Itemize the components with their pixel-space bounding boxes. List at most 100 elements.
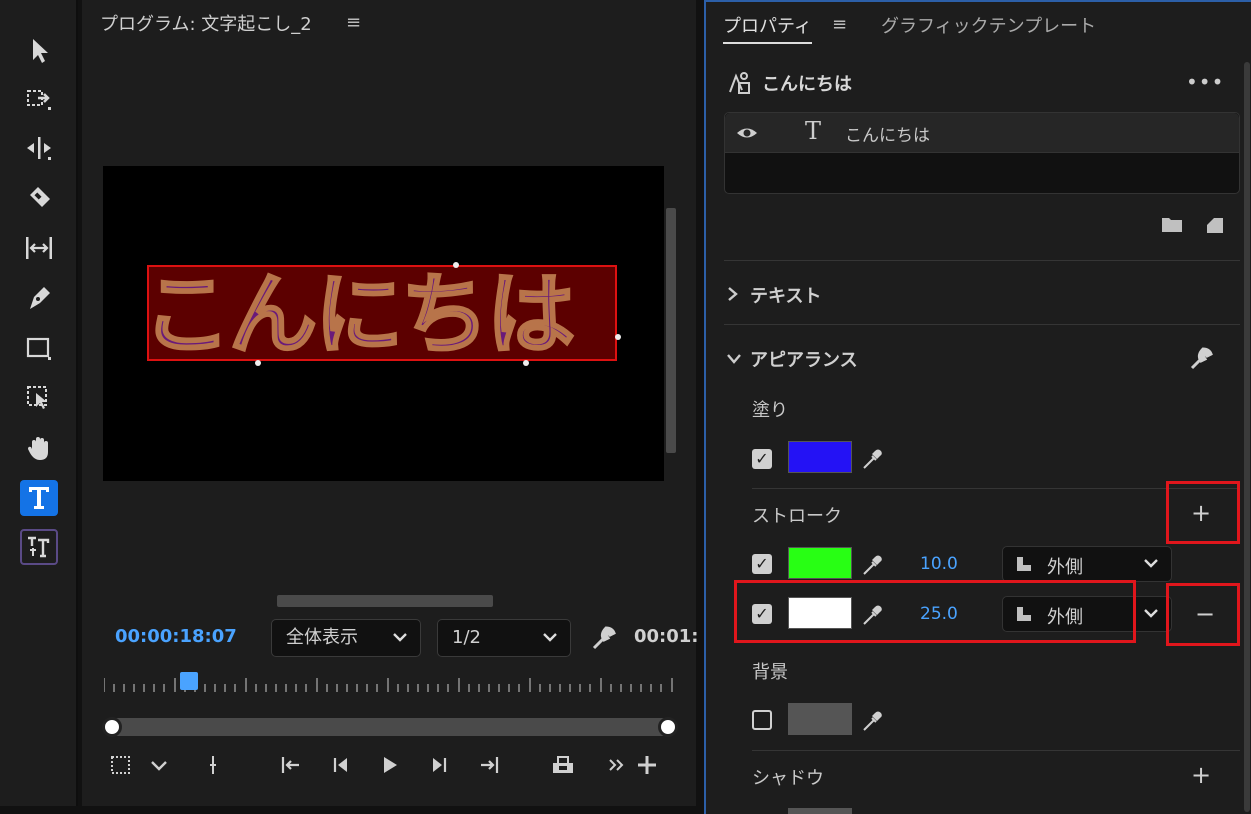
eyedropper-icon[interactable]: [860, 603, 884, 627]
stroke-position-icon: [1017, 557, 1031, 571]
eyedropper-icon[interactable]: [860, 447, 884, 471]
add-marker-icon[interactable]: [198, 750, 228, 780]
horizontal-scrollbar[interactable]: [277, 595, 493, 607]
monitor-menu-icon[interactable]: ≡: [346, 12, 361, 33]
section-text-header[interactable]: テキスト: [726, 282, 821, 308]
stroke-label: ストローク: [752, 506, 842, 527]
tab-graphic-template[interactable]: グラフィックテンプレート: [881, 12, 1096, 38]
step-back-icon[interactable]: [326, 750, 356, 780]
stroke-position-icon: [1017, 607, 1031, 621]
stroke-2-color-swatch[interactable]: [788, 597, 852, 629]
settings-wrench-icon[interactable]: [590, 624, 618, 652]
fill-checkbox[interactable]: ✓: [752, 449, 772, 469]
list-item[interactable]: T こんにちは: [725, 113, 1239, 153]
razor-tool-icon[interactable]: [20, 180, 58, 216]
transform-handle[interactable]: [615, 334, 621, 340]
duration-timecode: 00:01:: [634, 626, 699, 647]
divider: [752, 750, 1240, 751]
go-to-in-icon[interactable]: [276, 750, 306, 780]
fill-label: 塗り: [752, 400, 788, 421]
section-appearance-header[interactable]: アピアランス: [726, 346, 858, 372]
overlay-title-text[interactable]: こんにちは: [142, 260, 623, 370]
zoom-level-dropdown[interactable]: 全体表示: [271, 619, 421, 657]
stroke-1-color-swatch[interactable]: [788, 547, 852, 579]
chevron-down-icon: [392, 620, 408, 670]
stroke-2-position-dropdown[interactable]: 外側: [1002, 596, 1172, 632]
playhead-marker[interactable]: [180, 672, 198, 690]
vertical-type-tool-icon[interactable]: [20, 529, 58, 565]
step-forward-icon[interactable]: [424, 750, 454, 780]
monitor-title: プログラム: 文字起こし_2: [100, 14, 312, 35]
selection-tool-icon[interactable]: [20, 32, 58, 68]
transform-handle[interactable]: [523, 360, 529, 366]
select-region-tool-icon[interactable]: [20, 380, 58, 416]
pen-tool-icon[interactable]: [20, 280, 58, 316]
chevron-down-icon: [1144, 559, 1158, 568]
chevron-right-icon: [726, 286, 750, 307]
text-layer-icon: T: [805, 117, 822, 145]
stroke-1-checkbox[interactable]: ✓: [752, 554, 772, 574]
more-controls-icon[interactable]: [602, 750, 632, 780]
new-group-folder-icon[interactable]: [1160, 214, 1184, 234]
more-options-icon[interactable]: •••: [1186, 70, 1224, 94]
shadow-label: シャドウ: [752, 768, 824, 789]
video-preview[interactable]: こんにちは: [103, 166, 664, 481]
shadow-color-swatch[interactable]: [788, 808, 852, 814]
slip-tool-icon[interactable]: [20, 230, 58, 266]
chevron-down-icon: [1144, 609, 1158, 618]
properties-panel: プロパティ ≡ グラフィックテンプレート こんにちは ••• T こんにちは テ…: [704, 0, 1251, 814]
eyedropper-icon[interactable]: [860, 709, 884, 733]
playback-resolution-dropdown[interactable]: 1/2: [437, 619, 571, 657]
zoom-level-value: 全体表示: [286, 627, 358, 648]
eye-visibility-icon[interactable]: [735, 121, 759, 145]
transform-handle[interactable]: [453, 262, 459, 268]
rectangle-tool-icon[interactable]: [20, 330, 58, 366]
export-frame-icon[interactable]: [548, 750, 578, 780]
transform-handle[interactable]: [255, 360, 261, 366]
background-label: 背景: [752, 662, 788, 683]
chevron-down-icon: [726, 350, 750, 371]
playhead-timecode[interactable]: 00:00:18:07: [115, 626, 237, 647]
background-color-swatch[interactable]: [788, 703, 852, 735]
divider: [724, 260, 1240, 261]
zoom-scrollbar[interactable]: [104, 718, 676, 736]
divider: [752, 488, 1240, 489]
divider: [724, 324, 1240, 325]
resolution-value: 1/2: [452, 627, 481, 648]
chevron-down-icon: [542, 620, 558, 670]
track-select-tool-icon[interactable]: [20, 80, 58, 116]
stroke-2-position-value: 外側: [1047, 607, 1083, 628]
program-monitor-panel: プログラム: 文字起こし_2 ≡ こんにちは 00:00:18:07 全体表示 …: [82, 0, 699, 806]
scrollbar-start-handle[interactable]: [102, 717, 122, 737]
panel-menu-icon[interactable]: ≡: [832, 14, 847, 35]
type-tool-icon[interactable]: [20, 480, 58, 516]
stroke-1-width[interactable]: 10.0: [920, 554, 958, 574]
add-button-icon[interactable]: [632, 750, 662, 780]
section-appearance-label: アピアランス: [750, 350, 858, 371]
wrench-settings-icon[interactable]: [1188, 346, 1214, 372]
scrollbar-end-handle[interactable]: [658, 717, 678, 737]
chevron-down-icon[interactable]: [144, 750, 174, 780]
vertical-scrollbar[interactable]: [1244, 62, 1250, 812]
section-text-label: テキスト: [750, 286, 822, 307]
play-icon[interactable]: [374, 750, 404, 780]
eyedropper-icon[interactable]: [860, 553, 884, 577]
safe-margins-icon[interactable]: [106, 750, 136, 780]
graphic-layer-icon: [726, 70, 752, 96]
ripple-edit-tool-icon[interactable]: [20, 130, 58, 166]
stroke-2-checkbox[interactable]: ✓: [752, 604, 772, 624]
add-shadow-button[interactable]: +: [1186, 761, 1216, 789]
stroke-1-position-value: 外側: [1047, 557, 1083, 578]
fill-color-swatch[interactable]: [788, 441, 852, 473]
tools-panel: [0, 0, 78, 806]
add-stroke-button[interactable]: +: [1186, 499, 1216, 527]
tab-properties[interactable]: プロパティ: [723, 12, 812, 44]
background-checkbox[interactable]: [752, 710, 772, 730]
go-to-out-icon[interactable]: [474, 750, 504, 780]
new-layer-icon[interactable]: [1204, 214, 1226, 236]
stroke-1-position-dropdown[interactable]: 外側: [1002, 546, 1172, 582]
hand-tool-icon[interactable]: [20, 430, 58, 466]
remove-stroke-button[interactable]: −: [1190, 600, 1220, 628]
stroke-2-width[interactable]: 25.0: [920, 604, 958, 624]
vertical-scrollbar[interactable]: [666, 208, 676, 453]
